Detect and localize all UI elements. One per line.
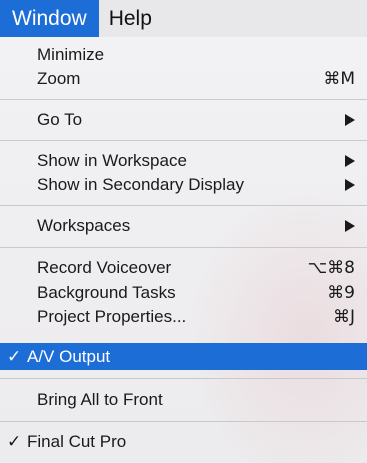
menu-bar: Window Help [0, 0, 367, 37]
separator [0, 378, 367, 379]
shortcut-label: ⌘9 [327, 283, 355, 303]
menu-item-label: Bring All to Front [37, 390, 163, 409]
menu-item-go-to[interactable]: Go To [0, 108, 367, 132]
menu-item-label: Show in Secondary Display [37, 175, 244, 194]
separator [0, 205, 367, 206]
separator [0, 247, 367, 248]
menu-item-show-in-secondary-display[interactable]: Show in Secondary Display [0, 173, 367, 197]
menu-item-workspaces[interactable]: Workspaces [0, 214, 367, 238]
menu-item-record-voiceover[interactable]: Record Voiceover ⌥⌘8 [0, 256, 367, 280]
menu-item-project-properties[interactable]: Project Properties... ⌘J [0, 305, 367, 329]
menu-item-final-cut-pro[interactable]: ✓ Final Cut Pro [0, 430, 367, 454]
menu-item-zoom[interactable]: Zoom ⌘M [0, 67, 367, 91]
menu-item-label: Show in Workspace [37, 151, 187, 170]
menu-item-label: Minimize [37, 45, 105, 64]
submenu-arrow-icon [345, 179, 355, 191]
checkmark-icon: ✓ [7, 346, 22, 366]
menu-item-av-output[interactable]: ✓ A/V Output [0, 343, 367, 370]
menu-item-label: A/V Output [27, 346, 111, 366]
submenu-arrow-icon [345, 155, 355, 167]
menu-item-label: Final Cut Pro [27, 432, 127, 451]
menu-item-label: Workspaces [37, 216, 131, 235]
shortcut-label: ⌥⌘8 [307, 258, 355, 278]
shortcut-label: ⌘M [323, 69, 355, 89]
separator [0, 99, 367, 100]
help-menu[interactable]: Help [99, 0, 162, 37]
menu-item-label: Background Tasks [37, 283, 176, 302]
separator [0, 140, 367, 141]
menu-item-label: Zoom [37, 69, 81, 88]
submenu-arrow-icon [345, 114, 355, 126]
window-menu[interactable]: Window [0, 0, 99, 37]
menu-item-show-in-workspace[interactable]: Show in Workspace [0, 149, 367, 173]
menu-item-bring-all-to-front[interactable]: Bring All to Front [0, 388, 367, 412]
menu-item-label: Project Properties... [37, 307, 187, 326]
menu-item-background-tasks[interactable]: Background Tasks ⌘9 [0, 281, 367, 305]
window-dropdown-menu: Minimize Zoom ⌘M Go To Show in Workspace… [0, 37, 367, 463]
checkmark-icon: ✓ [7, 432, 22, 451]
shortcut-label: ⌘J [332, 307, 355, 327]
menu-item-minimize[interactable]: Minimize [0, 43, 367, 67]
separator [0, 421, 367, 422]
menu-item-label: Record Voiceover [37, 258, 172, 277]
submenu-arrow-icon [345, 220, 355, 232]
menu-item-label: Go To [37, 110, 83, 129]
